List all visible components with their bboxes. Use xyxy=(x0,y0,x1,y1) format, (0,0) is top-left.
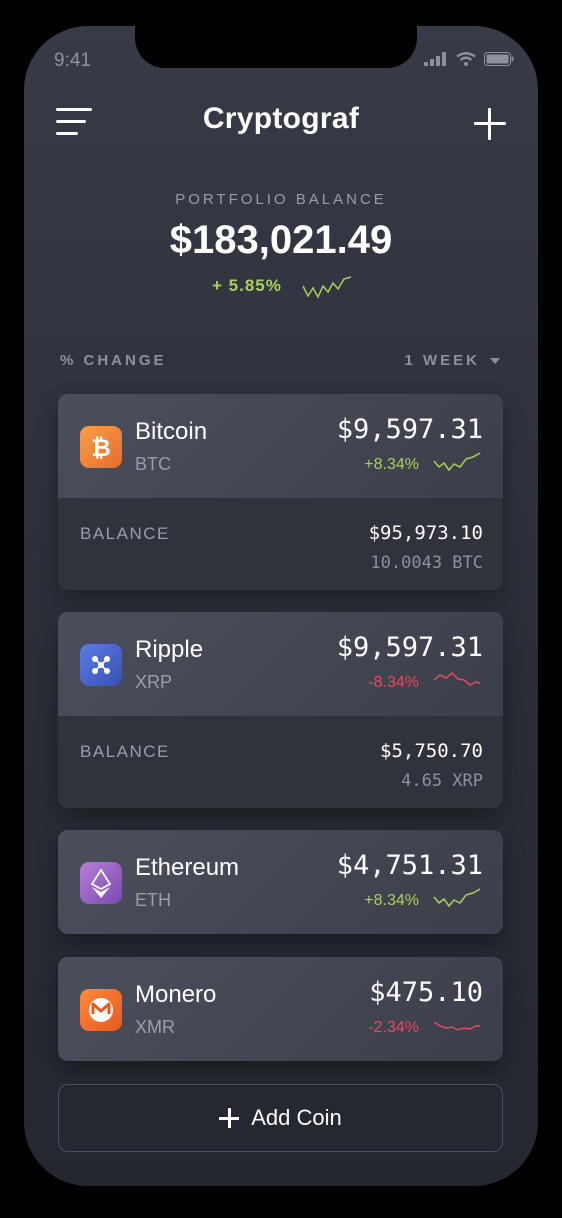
coin-price: $9,597.31 xyxy=(336,632,483,663)
signal-icon xyxy=(424,52,446,66)
portfolio-sparkline-icon xyxy=(302,276,352,299)
coin-symbol: XRP xyxy=(135,672,173,692)
balance-fiat: $95,973.10 xyxy=(368,522,483,544)
add-coin-label: Add Coin xyxy=(251,1105,342,1130)
coin-card-monero[interactable]: Monero XMR $475.10 -2.34% xyxy=(58,957,503,1061)
balance-coin: 4.65 XRP xyxy=(401,771,483,791)
sparkline-down-icon xyxy=(433,671,481,686)
balance-coin: 10.0043 BTC xyxy=(370,553,483,573)
coin-price: $475.10 xyxy=(369,977,483,1008)
coin-name: Ripple xyxy=(135,636,204,663)
status-time: 9:41 xyxy=(54,50,91,71)
coin-change: -8.34% xyxy=(368,674,419,691)
add-coin-button[interactable]: Add Coin xyxy=(58,1084,503,1152)
battery-icon xyxy=(484,52,514,66)
coin-symbol: XMR xyxy=(135,1017,175,1037)
portfolio-balance: $183,021.49 xyxy=(169,218,393,262)
bitcoin-icon: ₿ xyxy=(80,426,122,468)
change-filter-label: % CHANGE xyxy=(60,352,167,369)
chevron-down-icon xyxy=(490,358,500,365)
app-title: Cryptograf xyxy=(202,102,360,135)
plus-icon xyxy=(219,1108,240,1128)
balance-fiat: $5,750.70 xyxy=(380,740,483,762)
phone-frame: 9:41 Cryptograf PORTFOLIO BALANCE $183,0… xyxy=(24,26,538,1186)
balance-label: BALANCE xyxy=(80,524,170,543)
ethereum-icon xyxy=(80,862,122,904)
portfolio-label: PORTFOLIO BALANCE xyxy=(175,191,387,208)
coin-card-ethereum[interactable]: Ethereum ETH $4,751.31 +8.34% xyxy=(58,830,503,934)
coin-name: Bitcoin xyxy=(135,418,208,445)
coin-change: -2.34% xyxy=(368,1019,419,1036)
wifi-icon xyxy=(456,52,476,66)
svg-text:₿: ₿ xyxy=(91,435,111,462)
period-dropdown[interactable]: 1 WEEK xyxy=(404,352,500,369)
coin-symbol: BTC xyxy=(135,454,171,474)
sparkline-up-icon xyxy=(433,452,481,472)
coin-card-ripple[interactable]: Ripple XRP $9,597.31 -8.34% BALANCE $5,7… xyxy=(58,612,503,808)
coin-card-bitcoin[interactable]: ₿ Bitcoin BTC $9,597.31 +8.34% BALANCE $… xyxy=(58,394,503,590)
add-icon[interactable] xyxy=(474,108,506,140)
coin-name: Monero xyxy=(135,981,217,1008)
portfolio-change: + 5.85% xyxy=(212,276,282,295)
coin-symbol: ETH xyxy=(135,890,171,910)
notch xyxy=(135,26,417,68)
coin-change: +8.34% xyxy=(364,456,419,473)
coin-price: $9,597.31 xyxy=(336,414,483,445)
coin-name: Ethereum xyxy=(135,854,240,881)
coin-price: $4,751.31 xyxy=(336,850,483,881)
status-icons xyxy=(424,52,514,66)
sparkline-up-icon xyxy=(433,888,481,908)
sparkline-down-icon xyxy=(433,1021,480,1031)
balance-label: BALANCE xyxy=(80,742,170,761)
coin-change: +8.34% xyxy=(364,892,419,909)
monero-icon xyxy=(80,989,122,1031)
ripple-icon xyxy=(80,644,122,686)
period-label: 1 WEEK xyxy=(404,352,480,369)
